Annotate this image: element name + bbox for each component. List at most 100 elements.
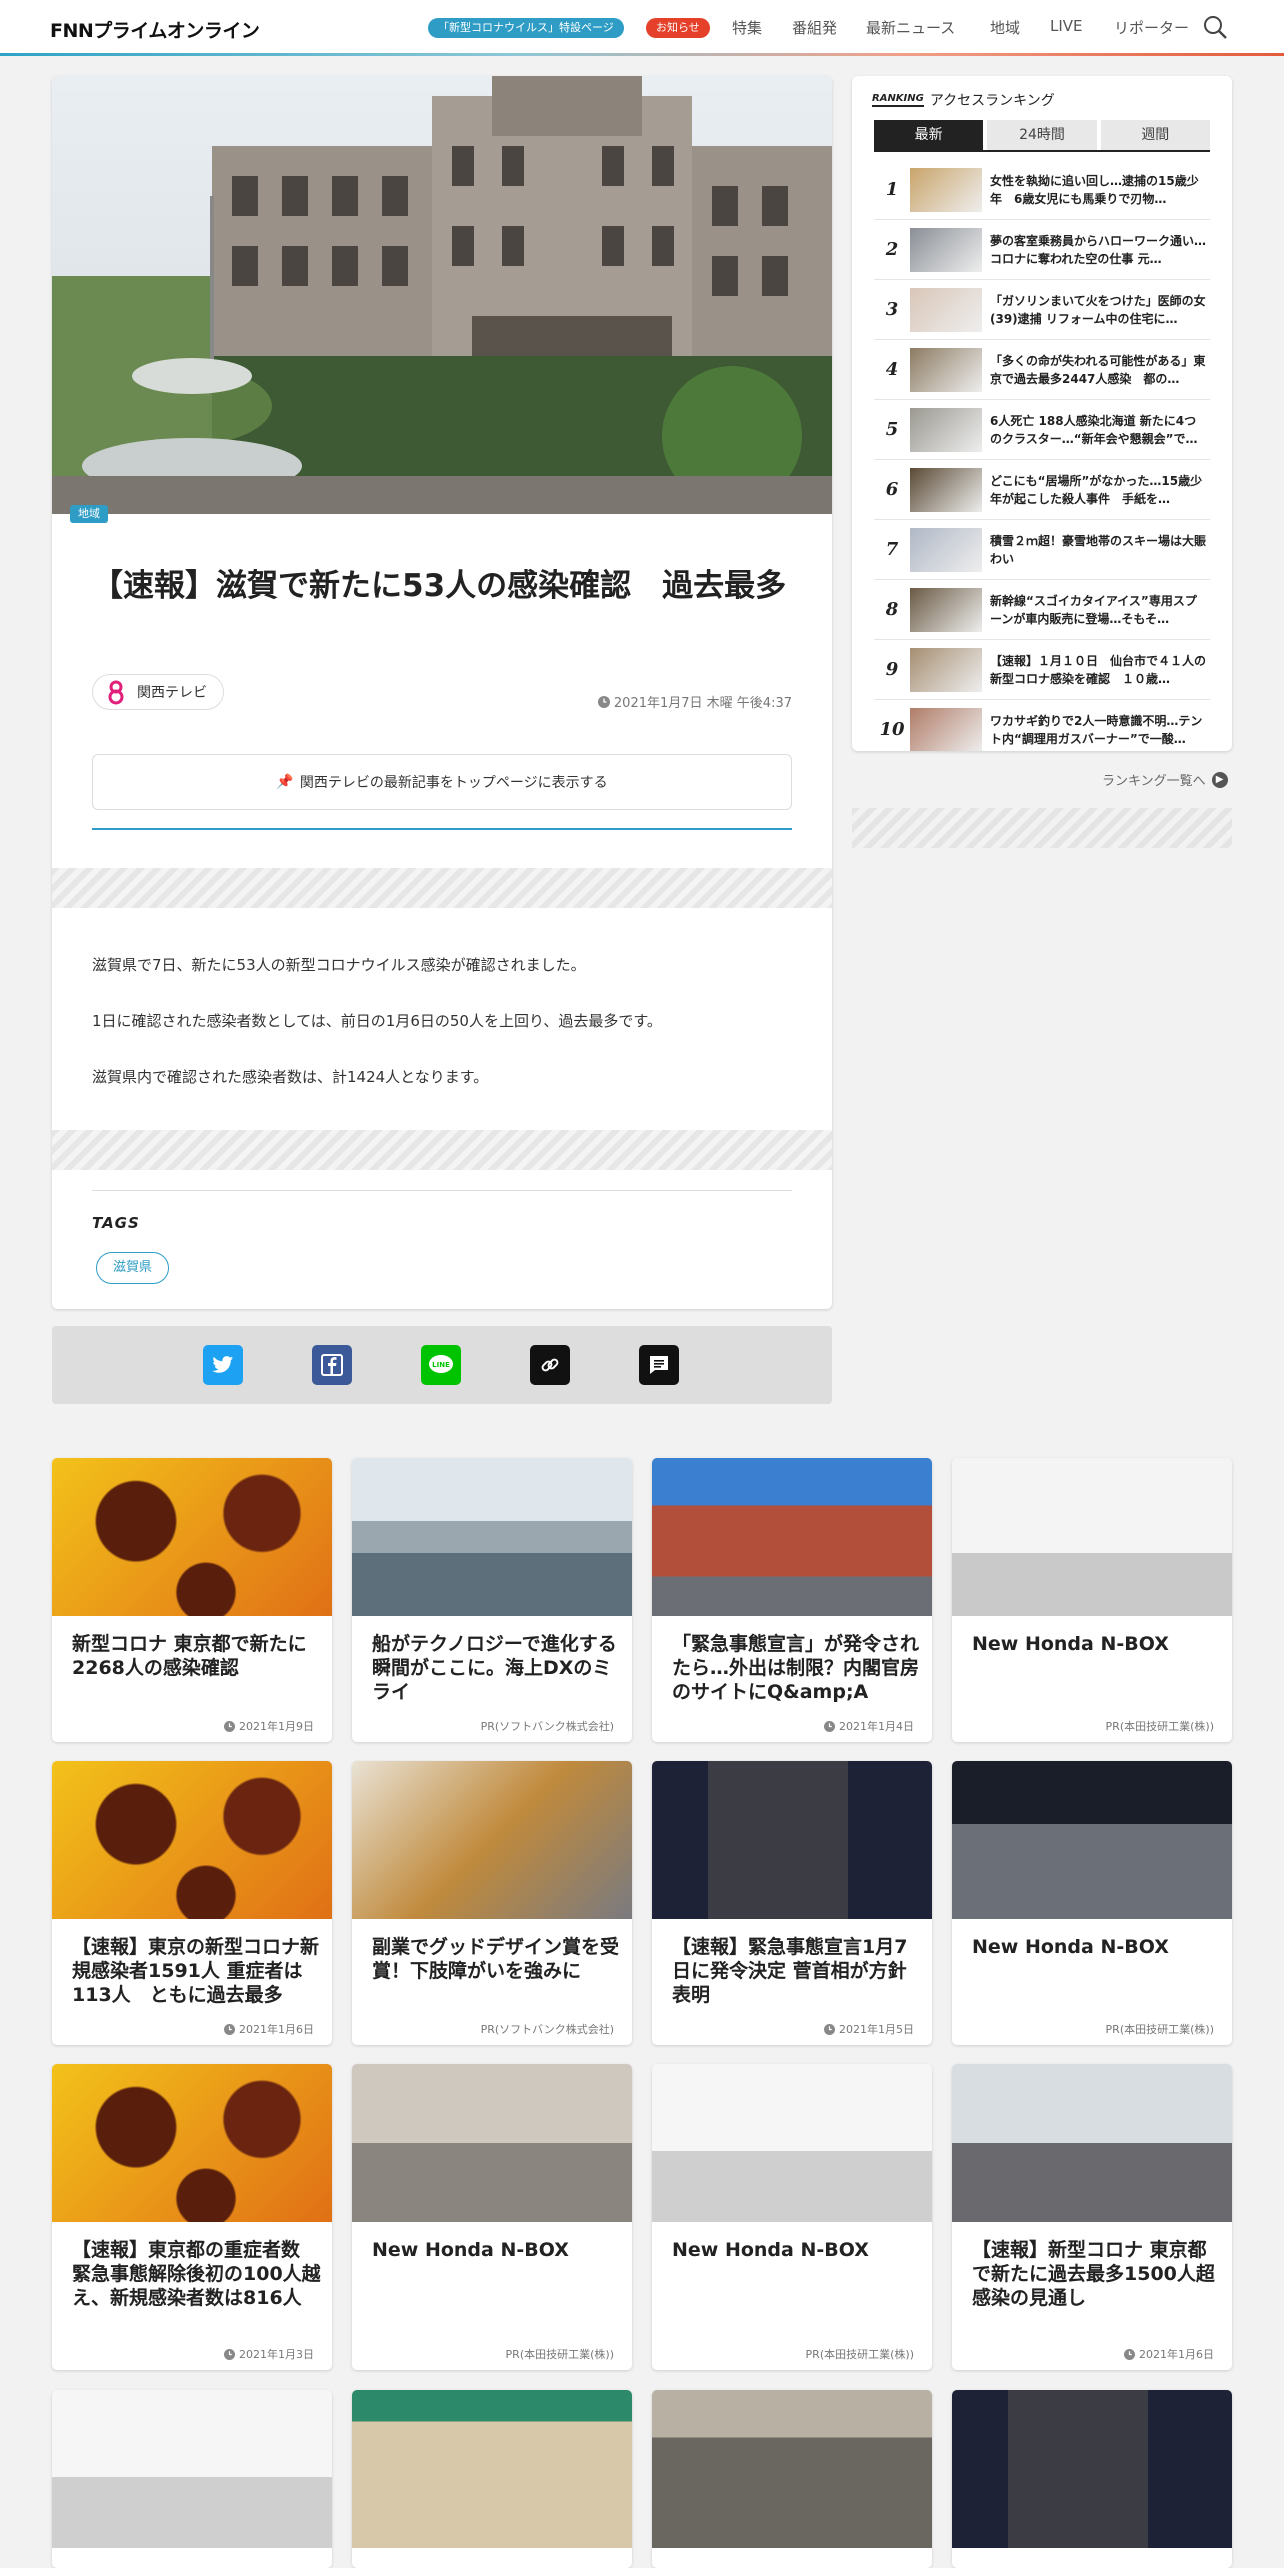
nav-live[interactable]: LIVE [1050, 17, 1083, 35]
card-meta-text: PR(本田技研工業(株)) [805, 2348, 914, 2361]
card-thumbnail [952, 2390, 1232, 2548]
card-thumbnail [952, 1761, 1232, 1919]
twitter-share-button[interactable] [203, 1345, 243, 1385]
ranking-thumbnail [910, 527, 982, 572]
ranking-item[interactable]: 3 「ガソリンまいて火をつけた」医師の女(39)逮捕 リフォーム中の住宅に… [874, 280, 1210, 340]
svg-text:LINE: LINE [432, 1361, 450, 1369]
news-card[interactable]: New Honda N-BOX PR(本田技研工業(株)) [952, 1761, 1232, 2045]
news-card[interactable]: 新型コロナ 東京都で新たに2268人の感染確認 2021年1月9日 [52, 1458, 332, 1742]
category-tag[interactable]: 地域 [70, 505, 108, 523]
card-meta: 2021年1月6日 [224, 2021, 314, 2037]
chevron-right-icon: ▶ [1211, 771, 1228, 788]
news-card[interactable]: 【速報】東京の新型コロナ新規感染者1591人 重症者は113人 ともに過去最多 2… [52, 1761, 332, 2045]
news-card[interactable]: 船がテクノロジーで進化する瞬間がここに。海上DXのミライ PR(ソフトバンク株式会… [352, 1458, 632, 1742]
card-meta: PR(本田技研工業(株)) [806, 2346, 914, 2362]
clock-icon [224, 2348, 235, 2360]
article-hero-image [52, 76, 832, 514]
pin-source-button[interactable]: 📌 関西テレビの最新記事をトップページに表示する [92, 754, 792, 810]
news-card[interactable]: 【速報】緊急事態宣言1月7日に発令決定 菅首相が方針表明 2021年1月5日 [652, 1761, 932, 2045]
search-icon[interactable] [1202, 14, 1228, 40]
news-card[interactable]: 「緊急事態宣言」が発令されたら…外出は制限？内閣官房のサイトにQ&amp;A 20… [652, 1458, 932, 1742]
article-title: 【速報】滋賀で新たに53人の感染確認 過去最多 [92, 568, 787, 604]
ranking-thumbnail [910, 407, 982, 452]
card-title: 【速報】東京の新型コロナ新規感染者1591人 重症者は113人 ともに過去最多 [72, 1936, 320, 2006]
ranking-number: 2 [885, 239, 899, 260]
card-title: 【速報】東京都の重症者数 緊急事態解除後初の100人越え、新規感染者数は816人 [72, 2239, 321, 2309]
ranking-item[interactable]: 7 積雪２ｍ超！豪雪地帯のスキー場は大賑わい [874, 520, 1210, 580]
kansai-tv-logo-icon [108, 680, 124, 705]
ranking-headline: 積雪２ｍ超！豪雪地帯のスキー場は大賑わい [990, 533, 1207, 566]
pin-icon: 📌 [276, 774, 294, 790]
ranking-more-label: ランキング一覧へ [1102, 774, 1206, 789]
ranking-badge: RANKING [872, 93, 924, 107]
ranking-thumbnail [910, 587, 982, 632]
tab-latest[interactable]: 最新 [874, 120, 984, 150]
card-thumbnail [652, 2064, 932, 2222]
ranking-item[interactable]: 2 夢の客室乗務員からハローワーク通い…コロナに奪われた空の仕事 元… [874, 220, 1210, 280]
ranking-item[interactable]: 4 「多くの命が失われる可能性がある」東京で過去最多2447人感染 都の… [874, 340, 1210, 400]
tab-weekly[interactable]: 週間 [1100, 120, 1210, 150]
card-meta: 2021年1月5日 [824, 2021, 914, 2037]
ranking-thumbnail [910, 467, 982, 512]
nav-region[interactable]: 地域 [990, 17, 1020, 38]
ranking-headline: どこにも“居場所”がなかった…15歳少年が起こした殺人事件 手紙を… [990, 473, 1203, 506]
ranking-item[interactable]: 1 女性を執拗に追い回し…逮捕の15歳少年 6歳女児にも馬乗りで刃物… [874, 160, 1210, 220]
card-meta: PR(ソフトバンク株式会社) [481, 2021, 614, 2037]
tags-heading: TAGS [92, 1214, 140, 1232]
news-card[interactable]: New Honda N-BOX PR(本田技研工業(株)) [352, 2064, 632, 2370]
ranking-more-link[interactable]: ランキング一覧へ ▶ [1102, 770, 1228, 789]
news-card[interactable]: 【速報】新型コロナ 東京都で新たに過去最多1500人超感染の見通し 2021年1月… [952, 2064, 1232, 2370]
ranking-item[interactable]: 8 新幹線“スゴイカタイアイス”専用スプーンが車内販売に登場…そもそ… [874, 580, 1210, 640]
nav-latest-news[interactable]: 最新ニュース [866, 17, 955, 38]
ranking-item[interactable]: 9 【速報】１月１０日 仙台市で４１人の新型コロナ感染を確認 １０歳… [874, 640, 1210, 700]
news-card[interactable] [652, 2390, 932, 2568]
nav-programs[interactable]: 番組発 [792, 17, 837, 38]
news-card[interactable]: New Honda N-BOX PR(本田技研工業(株)) [952, 1458, 1232, 1742]
ranking-heading: RANKING アクセスランキング [872, 90, 1055, 110]
news-card[interactable] [952, 2390, 1232, 2568]
card-thumbnail [652, 1458, 932, 1616]
card-title: 新型コロナ 東京都で新たに2268人の感染確認 [72, 1633, 307, 1679]
card-title: 【速報】新型コロナ 東京都で新たに過去最多1500人超感染の見通し [972, 2239, 1215, 2309]
news-card[interactable]: 副業でグッドデザイン賞を受賞！下肢障がいを強みに PR(ソフトバンク株式会社) [352, 1761, 632, 2045]
ranking-headline: 女性を執拗に追い回し…逮捕の15歳少年 6歳女児にも馬乗りで刃物… [990, 173, 1199, 206]
ranking-number: 1 [885, 179, 899, 200]
clock-icon [824, 2023, 835, 2035]
card-thumbnail [52, 2064, 332, 2222]
source-badge[interactable]: 関西テレビ [92, 674, 224, 710]
card-meta-text: 2021年1月4日 [839, 1720, 914, 1733]
twitter-icon [212, 1356, 234, 1373]
site-logo[interactable]: FNNプライムオンライン [50, 16, 260, 42]
ranking-number: 7 [885, 539, 899, 560]
copy-link-button[interactable] [530, 1345, 570, 1385]
news-card[interactable] [352, 2390, 632, 2568]
corona-special-link[interactable]: 「新型コロナウイルス」特設ページ [428, 18, 624, 38]
notice-link[interactable]: お知らせ [646, 18, 710, 38]
card-title: New Honda N-BOX [972, 1633, 1169, 1655]
tag-shiga[interactable]: 滋賀県 [96, 1252, 170, 1284]
line-share-button[interactable]: LINE [421, 1345, 461, 1385]
facebook-share-button[interactable] [312, 1345, 352, 1385]
link-icon [541, 1358, 559, 1372]
card-title: New Honda N-BOX [372, 2239, 569, 2261]
card-thumbnail [952, 2064, 1232, 2222]
card-thumbnail [652, 2390, 932, 2548]
card-title: New Honda N-BOX [972, 1936, 1169, 1958]
ranking-item[interactable]: 6 どこにも“居場所”がなかった…15歳少年が起こした殺人事件 手紙を… [874, 460, 1210, 520]
news-card[interactable] [52, 2390, 332, 2568]
news-card[interactable]: New Honda N-BOX PR(本田技研工業(株)) [652, 2064, 932, 2370]
clock-icon [824, 1720, 835, 1732]
comment-button[interactable] [639, 1345, 679, 1385]
card-thumbnail [52, 2390, 332, 2548]
tab-24h[interactable]: 24時間 [987, 120, 1097, 150]
ranking-thumbnail [910, 347, 982, 392]
card-meta-text: 2021年1月3日 [239, 2348, 314, 2361]
header-accent-line [0, 53, 1284, 56]
ranking-number: 6 [885, 479, 899, 500]
nav-reporter[interactable]: リポーター [1114, 17, 1189, 38]
nav-feature[interactable]: 特集 [732, 17, 762, 38]
ranking-item[interactable]: 5 6人死亡 188人感染北海道 新たに4つのクラスター…“新年会や懇親会”で… [874, 400, 1210, 460]
publish-date-text: 2021年1月7日 木曜 午後4:37 [613, 696, 792, 711]
ranking-item[interactable]: 10 ワカサギ釣りで2人一時意識不明…テント内“調理用ガスバーナー”で一酸… [874, 700, 1210, 751]
news-card[interactable]: 【速報】東京都の重症者数 緊急事態解除後初の100人越え、新規感染者数は816人… [52, 2064, 332, 2370]
